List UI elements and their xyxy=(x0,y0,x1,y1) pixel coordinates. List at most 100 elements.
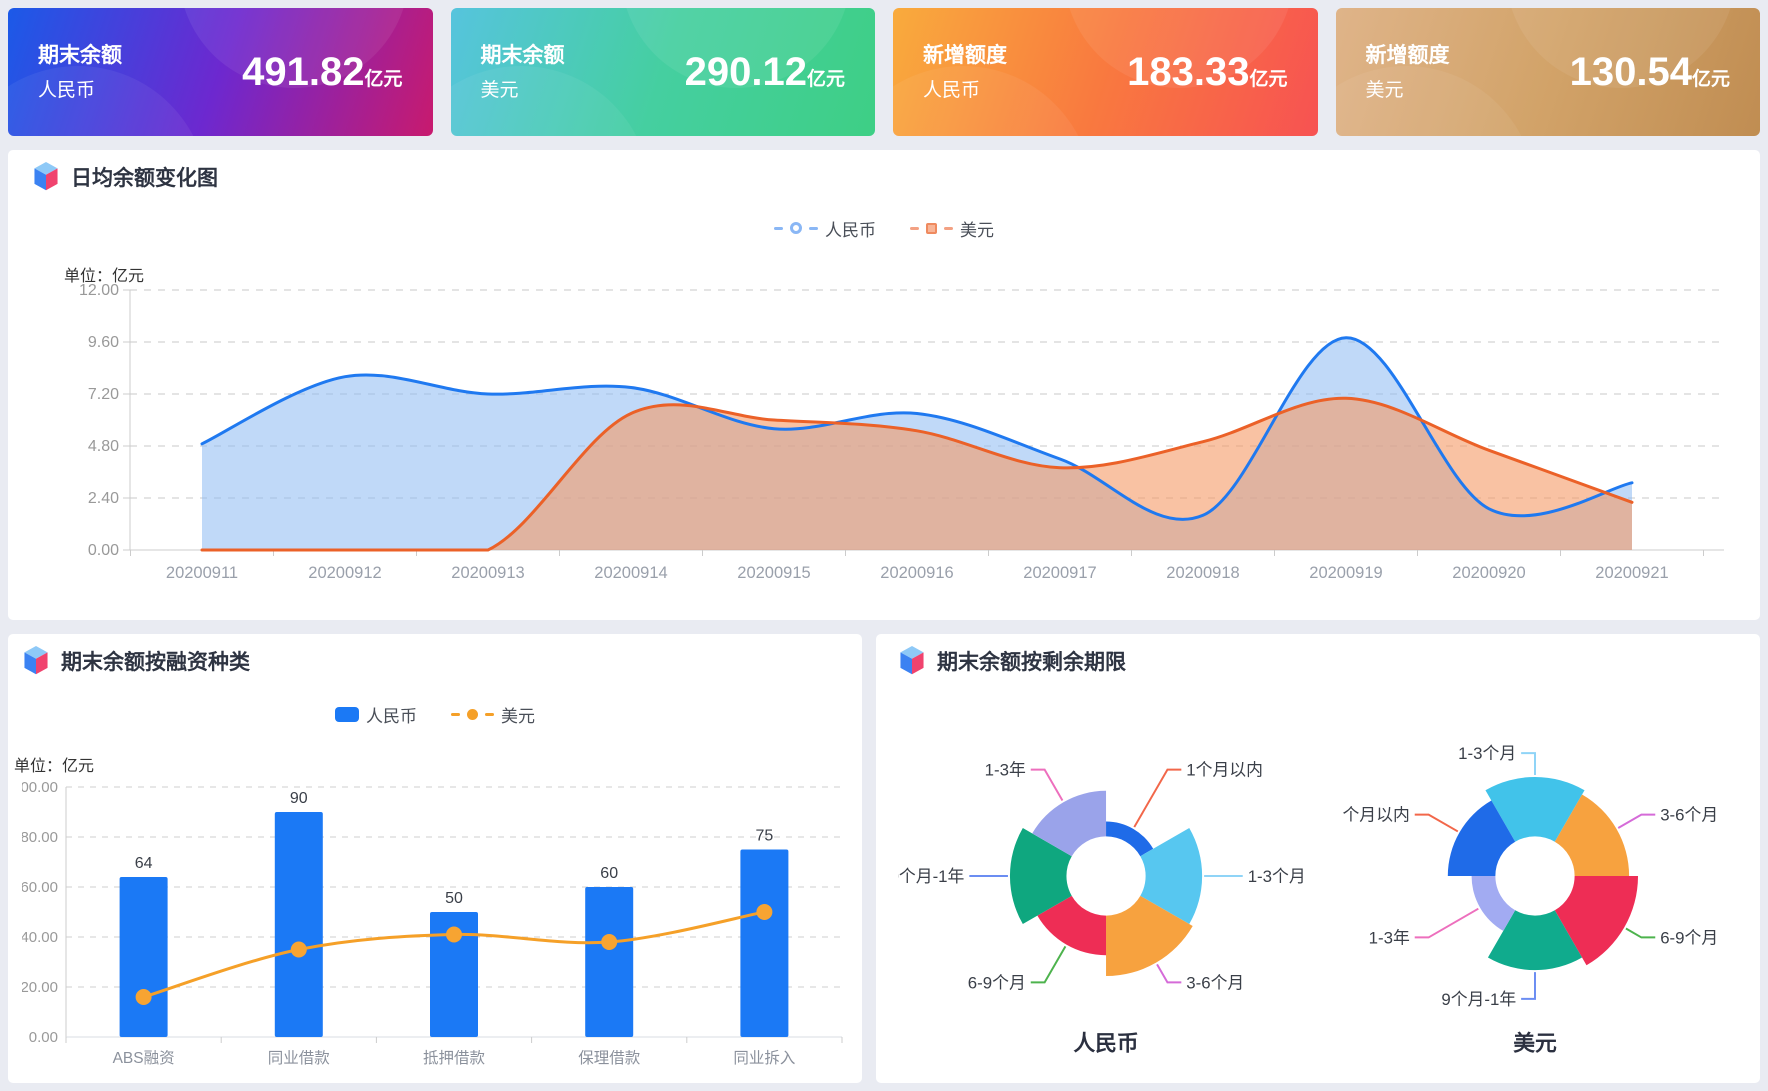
legend-item-usd[interactable]: 美元 xyxy=(451,702,535,727)
legend-label: 人民币 xyxy=(366,702,417,727)
panel-title: 日均余额变化图 xyxy=(71,162,218,192)
svg-text:6-9个月: 6-9个月 xyxy=(968,973,1026,992)
kpi-card-labels: 期末余额 美元 xyxy=(481,42,565,101)
kpi-card-title: 期末余额 xyxy=(481,42,565,69)
kpi-card-subtitle: 人民币 xyxy=(38,75,122,102)
kpi-card-value-group: 491.82亿元 xyxy=(242,50,402,95)
kpi-card-subtitle: 人民币 xyxy=(923,75,1007,102)
legend-dash xyxy=(910,227,919,230)
kpi-card-unit: 亿元 xyxy=(1249,69,1287,90)
kpi-card-subtitle: 美元 xyxy=(481,75,565,102)
financing-bar-chart: 100.0080.0060.0040.0020.000.0064ABS融资90同… xyxy=(22,773,848,1073)
panel-daily-balance: 日均余额变化图 人民币 美元 单位：亿元 12.009.607.204.802.… xyxy=(8,150,1760,620)
legend-bar-marker-icon xyxy=(335,707,359,722)
svg-text:1-3个月: 1-3个月 xyxy=(1248,867,1306,886)
kpi-card-newquota-cny: 新增额度 人民币 183.33亿元 xyxy=(893,8,1318,136)
legend-item-cny[interactable]: 人民币 xyxy=(335,702,417,727)
svg-text:64: 64 xyxy=(135,855,153,872)
svg-text:0.00: 0.00 xyxy=(88,542,119,559)
kpi-card-labels: 新增额度 美元 xyxy=(1366,42,1450,101)
donut-charts-container: 1个月以内1-3个月3-6个月6-9个月9个月-1年1-3年人民币 1-3个月3… xyxy=(898,684,1746,1069)
kpi-card-title: 新增额度 xyxy=(923,42,1007,69)
svg-text:20200916: 20200916 xyxy=(880,564,953,582)
kpi-cards-row: 期末余额 人民币 491.82亿元 期末余额 美元 290.12亿元 新增额度 … xyxy=(8,8,1760,136)
kpi-card-newquota-usd: 新增额度 美元 130.54亿元 xyxy=(1336,8,1761,136)
svg-text:9个月-1年: 9个月-1年 xyxy=(1441,990,1516,1009)
cube-icon xyxy=(32,162,60,192)
kpi-card-value-group: 183.33亿元 xyxy=(1127,50,1287,95)
legend-label: 人民币 xyxy=(825,216,876,241)
svg-text:美元: 美元 xyxy=(1513,1030,1557,1055)
legend-dash xyxy=(774,227,783,230)
legend-label: 美元 xyxy=(501,702,535,727)
svg-text:80.00: 80.00 xyxy=(22,829,58,846)
panel-title: 期末余额按融资种类 xyxy=(61,646,250,676)
svg-text:9个月-1年: 9个月-1年 xyxy=(898,867,965,886)
svg-text:同业拆入: 同业拆入 xyxy=(733,1049,795,1067)
svg-text:同业借款: 同业借款 xyxy=(268,1049,331,1067)
svg-text:1个月以内: 1个月以内 xyxy=(1186,761,1263,780)
svg-text:20200915: 20200915 xyxy=(737,564,810,582)
panel-title: 期末余额按剩余期限 xyxy=(937,646,1126,676)
legend-dash xyxy=(451,713,460,716)
donut-slice[interactable] xyxy=(1106,822,1153,857)
legend-item-usd[interactable]: 美元 xyxy=(910,216,994,241)
kpi-card-title: 新增额度 xyxy=(1366,42,1450,69)
svg-text:保理借款: 保理借款 xyxy=(578,1049,641,1067)
svg-text:0.00: 0.00 xyxy=(29,1029,58,1046)
svg-text:3-6个月: 3-6个月 xyxy=(1186,973,1244,992)
svg-text:2.40: 2.40 xyxy=(88,490,119,507)
legend-item-cny[interactable]: 人民币 xyxy=(774,216,876,241)
svg-text:60.00: 60.00 xyxy=(22,879,58,896)
svg-text:7.20: 7.20 xyxy=(88,386,119,403)
svg-text:20200919: 20200919 xyxy=(1309,564,1382,582)
bottom-row: 期末余额按融资种类 人民币 美元 单位：亿元 100.00 80.00 60.00 4… xyxy=(8,634,1760,1083)
svg-text:40.00: 40.00 xyxy=(22,929,58,946)
cube-icon xyxy=(22,646,50,676)
svg-text:20200912: 20200912 xyxy=(308,564,381,582)
legend-dash xyxy=(809,227,818,230)
kpi-card-value: 183.33 xyxy=(1127,50,1249,94)
panel-remaining-term: 期末余额按剩余期限 1个月以内 1-3个月 3-6个月 6-9个月 9个月-1年 1-3年… xyxy=(876,634,1760,1083)
panel-title-row: 日均余额变化图 xyxy=(32,162,1736,192)
legend-dash xyxy=(485,713,494,716)
panel-title-row: 期末余额按剩余期限 xyxy=(898,646,1746,676)
svg-text:个月以内: 个月以内 xyxy=(1342,806,1409,825)
svg-text:75: 75 xyxy=(756,828,774,845)
kpi-card-title: 期末余额 xyxy=(38,42,122,69)
svg-text:20200911: 20200911 xyxy=(166,564,238,582)
kpi-card-value: 491.82 xyxy=(242,50,364,94)
legend-square-marker-icon xyxy=(926,223,937,234)
unit-label: 单位：亿元 xyxy=(14,752,94,776)
remaining-term-donut-cny: 1个月以内1-3个月3-6个月6-9个月9个月-1年1-3年人民币 xyxy=(898,684,1322,1069)
unit-label: 单位：亿元 xyxy=(64,262,144,286)
svg-text:20.00: 20.00 xyxy=(22,979,58,996)
svg-text:3-6个月: 3-6个月 xyxy=(1660,806,1718,825)
svg-text:抵押借款: 抵押借款 xyxy=(423,1049,486,1067)
kpi-card-unit: 亿元 xyxy=(1692,69,1730,90)
svg-text:1-3年: 1-3年 xyxy=(1369,928,1410,947)
svg-text:6-9个月: 6-9个月 xyxy=(1660,928,1718,947)
svg-text:9.60: 9.60 xyxy=(88,334,119,351)
kpi-card-value-group: 130.54亿元 xyxy=(1570,50,1730,95)
legend-dot-marker-icon xyxy=(467,709,478,720)
kpi-card-value-group: 290.12亿元 xyxy=(685,50,845,95)
kpi-card-value: 130.54 xyxy=(1570,50,1692,94)
svg-text:人民币: 人民币 xyxy=(1073,1030,1138,1055)
svg-text:90: 90 xyxy=(290,790,308,807)
balance-chart-legend: 人民币 美元 xyxy=(32,216,1736,240)
kpi-card-value: 290.12 xyxy=(685,50,807,94)
svg-text:20200914: 20200914 xyxy=(594,564,667,582)
kpi-card-balance-cny: 期末余额 人民币 491.82亿元 xyxy=(8,8,433,136)
kpi-card-labels: 新增额度 人民币 xyxy=(923,42,1007,101)
svg-text:20200920: 20200920 xyxy=(1452,564,1525,582)
kpi-card-balance-usd: 期末余额 美元 290.12亿元 xyxy=(451,8,876,136)
svg-text:20200918: 20200918 xyxy=(1166,564,1239,582)
kpi-card-unit: 亿元 xyxy=(364,69,402,90)
kpi-card-unit: 亿元 xyxy=(807,69,845,90)
kpi-card-subtitle: 美元 xyxy=(1366,75,1450,102)
panel-financing-type: 期末余额按融资种类 人民币 美元 单位：亿元 100.00 80.00 60.00 4… xyxy=(8,634,862,1083)
daily-balance-area-chart: 12.009.607.204.802.400.00202009112020091… xyxy=(32,278,1732,608)
svg-text:100.00: 100.00 xyxy=(22,779,58,796)
svg-text:4.80: 4.80 xyxy=(88,438,119,455)
